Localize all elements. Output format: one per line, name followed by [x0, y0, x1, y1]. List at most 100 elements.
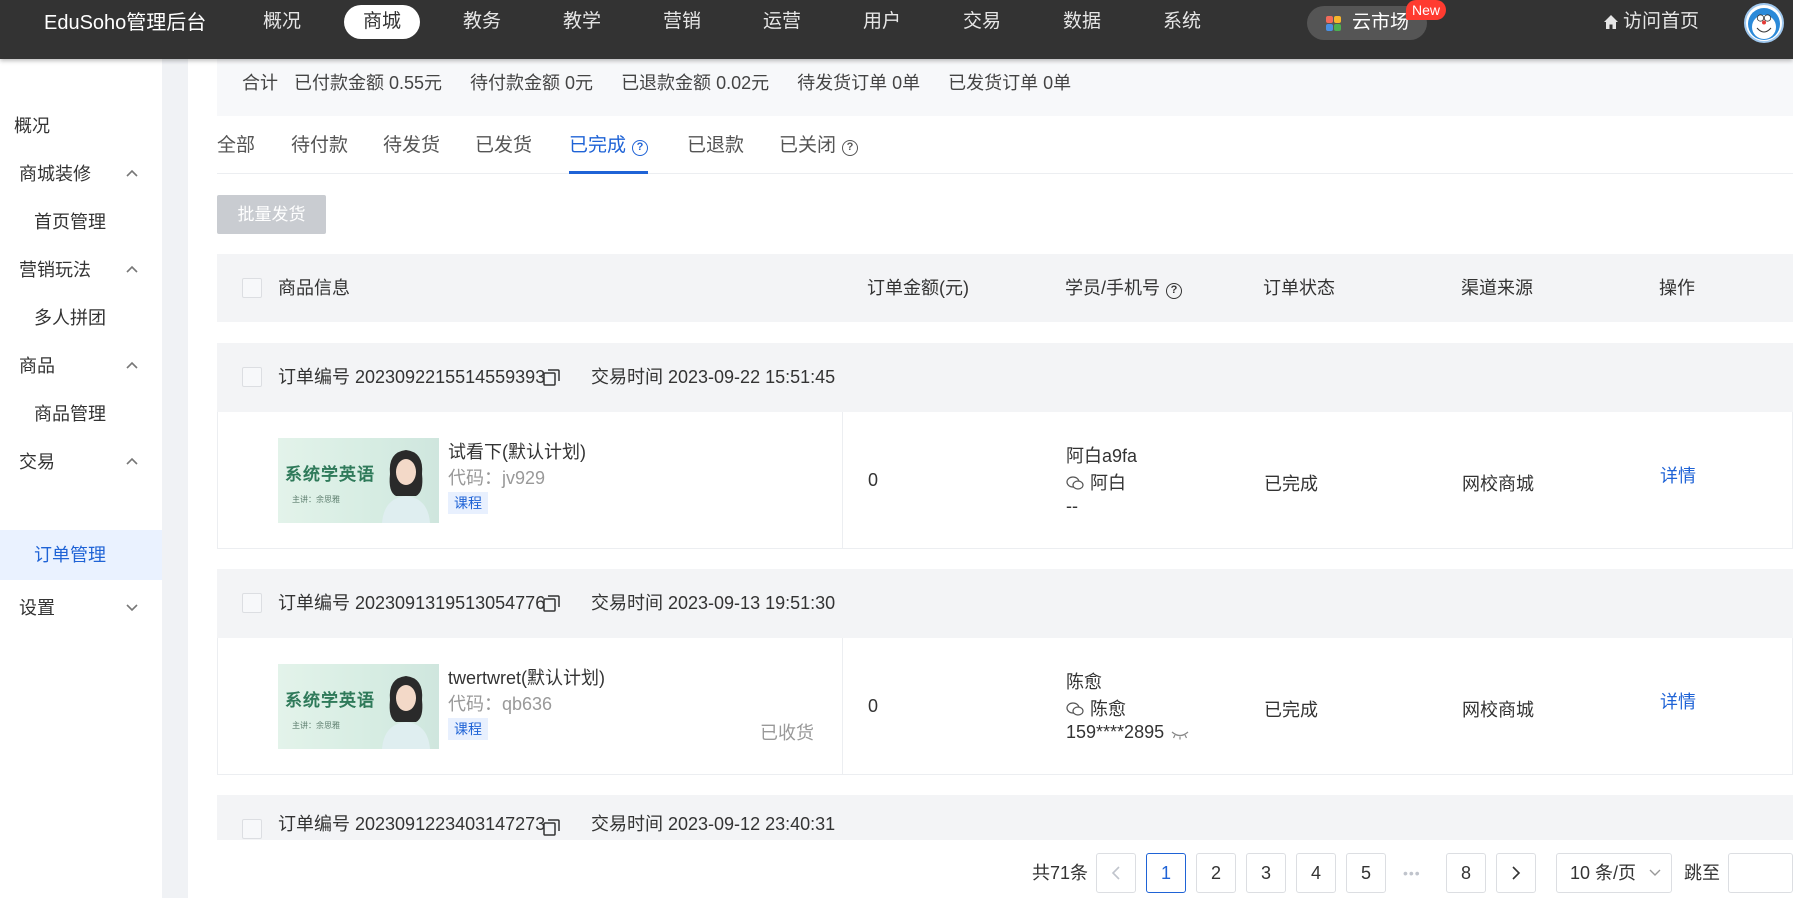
batch-ship-button[interactable]: 批量发货: [217, 195, 326, 234]
page-size-select[interactable]: 10 条/页: [1556, 853, 1672, 893]
order-status: 已完成: [1264, 700, 1318, 720]
user-avatar[interactable]: [1744, 3, 1784, 43]
page-8-button[interactable]: 8: [1446, 853, 1486, 893]
sidebar-group-goods[interactable]: 商品: [0, 341, 162, 391]
teacher-photo: [382, 450, 430, 523]
col-action: 操作: [1659, 278, 1695, 298]
cloud-market-button[interactable]: 云市场 New: [1307, 0, 1447, 40]
sidebar-item-overview[interactable]: 概况: [0, 101, 162, 151]
order-header: 订单编号 2023091319513054776 交易时间 2023-09-13…: [217, 569, 1793, 638]
chevron-up-icon: [126, 361, 138, 369]
nav-teaching[interactable]: 教学: [532, 5, 632, 39]
thumbnail-subtitle: 主讲：余思雅: [292, 495, 340, 504]
tab-all[interactable]: 全部: [217, 120, 255, 174]
nav-system[interactable]: 系统: [1132, 5, 1232, 39]
student-name: 陈愈: [1066, 672, 1102, 692]
product-type-tag: 课程: [448, 492, 488, 514]
help-icon[interactable]: ?: [632, 140, 649, 156]
order-header: 订单编号 2023092215514559393 交易时间 2023-09-22…: [217, 343, 1793, 412]
order-detail-link[interactable]: 详情: [1660, 688, 1696, 714]
nav-data[interactable]: 数据: [1032, 5, 1132, 39]
col-amount: 订单金额(元): [867, 278, 969, 298]
product-name[interactable]: twertwret(默认计划): [448, 664, 605, 690]
product-type-tag: 课程: [448, 718, 488, 740]
page-5-button[interactable]: 5: [1346, 853, 1386, 893]
nav-trade[interactable]: 交易: [932, 5, 1032, 39]
help-icon[interactable]: ?: [1166, 283, 1183, 299]
product-name[interactable]: 试看下(默认计划): [448, 438, 586, 464]
order-detail: 系统学英语 主讲：余思雅 试看下(默认计划) 代码：jv929 课程 0 阿白a…: [217, 412, 1793, 549]
copy-icon[interactable]: [543, 595, 560, 612]
product-thumbnail[interactable]: 系统学英语 主讲：余思雅: [278, 664, 439, 749]
tab-pending-pay[interactable]: 待付款: [291, 120, 348, 174]
nav-operations[interactable]: 运营: [732, 5, 832, 39]
column-divider: [842, 638, 843, 775]
order-detail-link[interactable]: 详情: [1660, 462, 1696, 488]
sidebar-item-order-manage[interactable]: 订单管理: [0, 530, 162, 580]
copy-icon[interactable]: [543, 819, 560, 836]
sidebar-item-home-manage[interactable]: 首页管理: [0, 197, 162, 247]
order-status-tabs: 全部 待付款 待发货 已发货 已完成? 已退款 已关闭?: [217, 120, 1793, 174]
student-phone: --: [1066, 496, 1078, 516]
tab-completed-label: 已完成: [569, 135, 627, 156]
sidebar-group-trade[interactable]: 交易: [0, 437, 162, 487]
pagination-ellipsis[interactable]: •••: [1403, 853, 1421, 893]
order-header: 订单编号 2023091223403147273 交易时间 2023-09-12…: [217, 795, 1793, 840]
copy-icon[interactable]: [543, 369, 560, 386]
avatar-image: [1748, 8, 1780, 40]
tab-pending-ship[interactable]: 待发货: [383, 120, 440, 174]
chevron-left-icon: [1111, 866, 1120, 880]
jump-page-input[interactable]: [1728, 853, 1793, 893]
sidebar-item-goods-manage[interactable]: 商品管理: [0, 389, 162, 439]
page-4-button[interactable]: 4: [1296, 853, 1336, 893]
tab-completed[interactable]: 已完成?: [569, 120, 649, 174]
sidebar: 概况 商城装修 首页管理 营销玩法 多人拼团 商品 商品管理 交易 订单管理 设…: [0, 59, 162, 898]
sidebar-group-settings[interactable]: 设置: [0, 583, 162, 633]
summary-pending-ship: 待发货订单 0单: [797, 73, 921, 93]
page-2-button[interactable]: 2: [1196, 853, 1236, 893]
tab-shipped[interactable]: 已发货: [475, 120, 532, 174]
help-icon[interactable]: ?: [842, 140, 859, 156]
visit-home-link[interactable]: 访问首页: [1603, 9, 1699, 35]
jump-label: 跳至: [1684, 863, 1720, 883]
sidebar-group-mall-decor[interactable]: 商城装修: [0, 149, 162, 199]
nav-users[interactable]: 用户: [832, 5, 932, 39]
sidebar-item-group-buy[interactable]: 多人拼团: [0, 293, 162, 343]
order-amount: 0: [868, 470, 879, 490]
nav-overview[interactable]: 概况: [232, 5, 332, 39]
order-checkbox[interactable]: [242, 593, 262, 613]
pagination-total: 共71条: [1032, 863, 1089, 883]
nav-mall[interactable]: 商城: [344, 5, 420, 39]
phone-number: 159****2895: [1066, 722, 1165, 742]
product-thumbnail[interactable]: 系统学英语 主讲：余思雅: [278, 438, 439, 523]
sidebar-group-marketing[interactable]: 营销玩法: [0, 245, 162, 295]
thumbnail-title: 系统学英语: [285, 691, 375, 711]
student-wechat: 阿白: [1066, 469, 1126, 495]
cloud-market-label: 云市场: [1352, 12, 1410, 33]
table-header: 商品信息 订单金额(元) 学员/手机号? 订单状态 渠道来源 操作: [217, 254, 1793, 322]
order-detail: 系统学英语 主讲：余思雅 twertwret(默认计划) 代码：qb636 课程…: [217, 638, 1793, 775]
chevron-up-icon: [126, 457, 138, 465]
nav-marketing[interactable]: 营销: [632, 5, 732, 39]
page-3-button[interactable]: 3: [1246, 853, 1286, 893]
eye-closed-icon[interactable]: [1171, 730, 1189, 740]
select-all-checkbox[interactable]: [242, 278, 262, 298]
visit-home-label: 访问首页: [1623, 11, 1700, 32]
nav-academic[interactable]: 教务: [432, 5, 532, 39]
col-channel: 渠道来源: [1461, 278, 1533, 298]
next-page-button[interactable]: [1496, 853, 1536, 893]
tab-closed[interactable]: 已关闭?: [779, 120, 859, 174]
order-number: 订单编号 2023091223403147273: [278, 814, 546, 834]
order-checkbox[interactable]: [242, 819, 262, 839]
new-badge: New: [1406, 0, 1447, 20]
tab-refunded[interactable]: 已退款: [687, 120, 744, 174]
summary-label: 合计: [242, 73, 278, 93]
page-1-button[interactable]: 1: [1146, 853, 1186, 893]
chevron-up-icon: [126, 265, 138, 273]
summary-pending-pay: 待付款金额 0元: [470, 73, 594, 93]
brand-title[interactable]: EduSoho管理后台: [44, 11, 206, 35]
order-time: 交易时间 2023-09-13 19:51:30: [591, 593, 836, 613]
prev-page-button[interactable]: [1096, 853, 1136, 893]
order-checkbox[interactable]: [242, 367, 262, 387]
wechat-icon: [1066, 476, 1084, 490]
